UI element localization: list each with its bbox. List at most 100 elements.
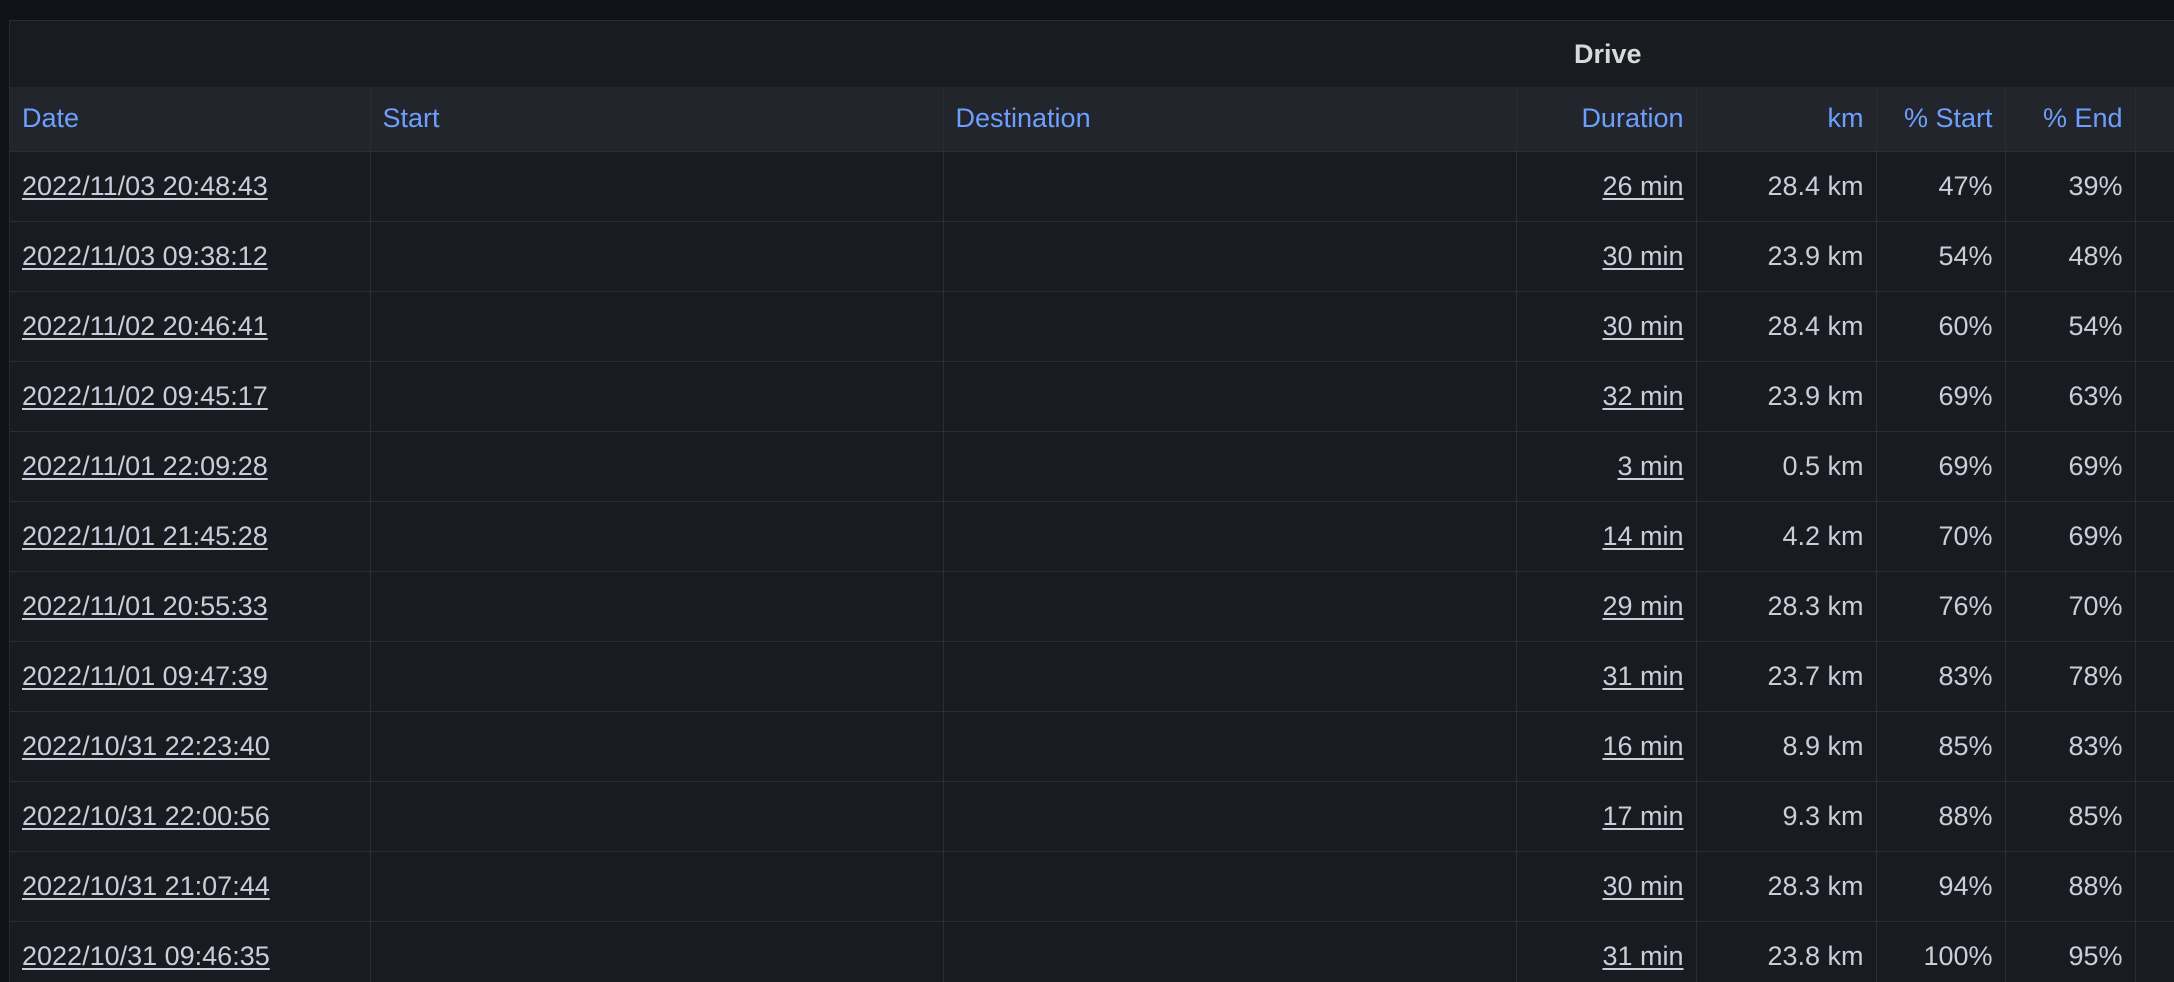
cell-pct-end: 39%	[2005, 151, 2136, 221]
duration-link[interactable]: 30 min	[1602, 241, 1683, 271]
cell-pct-start: 54%	[1876, 221, 2006, 291]
cell-date: 2022/11/02 09:45:17	[10, 361, 371, 431]
table-row: 2022/11/01 22:09:28 3 min 0.5 km 69% 69%	[10, 431, 2174, 501]
date-link[interactable]: 2022/11/02 09:45:17	[22, 381, 268, 411]
date-link[interactable]: 2022/11/01 21:45:28	[22, 521, 268, 551]
cell-destination	[943, 361, 1517, 431]
cell-destination	[943, 431, 1517, 501]
duration-link[interactable]: 31 min	[1602, 661, 1683, 691]
cell-duration: 17 min	[1516, 781, 1697, 851]
column-header-pct-end[interactable]: % End	[2005, 87, 2136, 151]
cell-start	[370, 641, 944, 711]
column-header-km[interactable]: km	[1696, 87, 1877, 151]
cell-duration: 31 min	[1516, 921, 1697, 982]
duration-link[interactable]: 30 min	[1602, 311, 1683, 341]
cell-duration: 30 min	[1516, 291, 1697, 361]
cell-destination	[943, 501, 1517, 571]
cell-extra	[2135, 781, 2174, 851]
table-row: 2022/11/01 09:47:39 31 min 23.7 km 83% 7…	[10, 641, 2174, 711]
column-header-date[interactable]: Date	[10, 87, 371, 151]
column-header-pct-start[interactable]: % Start	[1876, 87, 2006, 151]
cell-date: 2022/10/31 09:46:35	[10, 921, 371, 982]
date-link[interactable]: 2022/11/02 20:46:41	[22, 311, 268, 341]
cell-duration: 16 min	[1516, 711, 1697, 781]
cell-start	[370, 221, 944, 291]
column-header-destination[interactable]: Destination	[943, 87, 1517, 151]
cell-date: 2022/11/01 21:45:28	[10, 501, 371, 571]
cell-destination	[943, 711, 1517, 781]
cell-destination	[943, 921, 1517, 982]
cell-km: 28.4 km	[1696, 151, 1877, 221]
cell-pct-start: 60%	[1876, 291, 2006, 361]
cell-km: 9.3 km	[1696, 781, 1877, 851]
cell-destination	[943, 641, 1517, 711]
cell-extra	[2135, 921, 2174, 982]
cell-start	[370, 851, 944, 921]
cell-pct-start: 100%	[1876, 921, 2006, 982]
column-header-duration[interactable]: Duration	[1516, 87, 1697, 151]
duration-link[interactable]: 3 min	[1617, 451, 1683, 481]
cell-pct-start: 76%	[1876, 571, 2006, 641]
date-link[interactable]: 2022/10/31 09:46:35	[22, 941, 270, 971]
cell-pct-start: 88%	[1876, 781, 2006, 851]
date-link[interactable]: 2022/11/01 09:47:39	[22, 661, 268, 691]
date-link[interactable]: 2022/10/31 21:07:44	[22, 871, 270, 901]
cell-destination	[943, 221, 1517, 291]
duration-link[interactable]: 16 min	[1602, 731, 1683, 761]
date-link[interactable]: 2022/10/31 22:00:56	[22, 801, 270, 831]
cell-date: 2022/11/01 09:47:39	[10, 641, 371, 711]
duration-link[interactable]: 26 min	[1602, 171, 1683, 201]
cell-date: 2022/11/03 20:48:43	[10, 151, 371, 221]
cell-duration: 26 min	[1516, 151, 1697, 221]
cell-km: 4.2 km	[1696, 501, 1877, 571]
cell-pct-end: 69%	[2005, 431, 2136, 501]
cell-km: 23.8 km	[1696, 921, 1877, 982]
table-row: 2022/10/31 21:07:44 30 min 28.3 km 94% 8…	[10, 851, 2174, 921]
cell-km: 8.9 km	[1696, 711, 1877, 781]
cell-pct-end: 70%	[2005, 571, 2136, 641]
date-link[interactable]: 2022/11/03 09:38:12	[22, 241, 268, 271]
cell-date: 2022/10/31 22:23:40	[10, 711, 371, 781]
cell-start	[370, 151, 944, 221]
cell-duration: 30 min	[1516, 851, 1697, 921]
cell-destination	[943, 781, 1517, 851]
cell-pct-end: 85%	[2005, 781, 2136, 851]
table-row: 2022/10/31 22:23:40 16 min 8.9 km 85% 83…	[10, 711, 2174, 781]
cell-pct-end: 78%	[2005, 641, 2136, 711]
cell-km: 23.9 km	[1696, 221, 1877, 291]
cell-date: 2022/11/01 22:09:28	[10, 431, 371, 501]
date-link[interactable]: 2022/11/01 22:09:28	[22, 451, 268, 481]
duration-link[interactable]: 30 min	[1602, 871, 1683, 901]
cell-pct-start: 69%	[1876, 431, 2006, 501]
cell-km: 28.3 km	[1696, 571, 1877, 641]
cell-km: 23.7 km	[1696, 641, 1877, 711]
table-row: 2022/11/01 21:45:28 14 min 4.2 km 70% 69…	[10, 501, 2174, 571]
cell-pct-end: 54%	[2005, 291, 2136, 361]
cell-pct-end: 48%	[2005, 221, 2136, 291]
date-link[interactable]: 2022/10/31 22:23:40	[22, 731, 270, 761]
cell-km: 0.5 km	[1696, 431, 1877, 501]
cell-pct-end: 83%	[2005, 711, 2136, 781]
duration-link[interactable]: 31 min	[1602, 941, 1683, 971]
duration-link[interactable]: 32 min	[1602, 381, 1683, 411]
cell-duration: 32 min	[1516, 361, 1697, 431]
cell-destination	[943, 571, 1517, 641]
cell-extra	[2135, 641, 2174, 711]
duration-link[interactable]: 14 min	[1602, 521, 1683, 551]
cell-duration: 3 min	[1516, 431, 1697, 501]
cell-start	[370, 501, 944, 571]
column-header-start[interactable]: Start	[370, 87, 944, 151]
table-row: 2022/11/03 09:38:12 30 min 23.9 km 54% 4…	[10, 221, 2174, 291]
cell-extra	[2135, 501, 2174, 571]
cell-date: 2022/11/01 20:55:33	[10, 571, 371, 641]
cell-start	[370, 921, 944, 982]
cell-date: 2022/11/02 20:46:41	[10, 291, 371, 361]
cell-km: 28.3 km	[1696, 851, 1877, 921]
date-link[interactable]: 2022/11/01 20:55:33	[22, 591, 268, 621]
duration-link[interactable]: 29 min	[1602, 591, 1683, 621]
cell-pct-end: 95%	[2005, 921, 2136, 982]
date-link[interactable]: 2022/11/03 20:48:43	[22, 171, 268, 201]
cell-destination	[943, 151, 1517, 221]
cell-duration: 30 min	[1516, 221, 1697, 291]
duration-link[interactable]: 17 min	[1602, 801, 1683, 831]
